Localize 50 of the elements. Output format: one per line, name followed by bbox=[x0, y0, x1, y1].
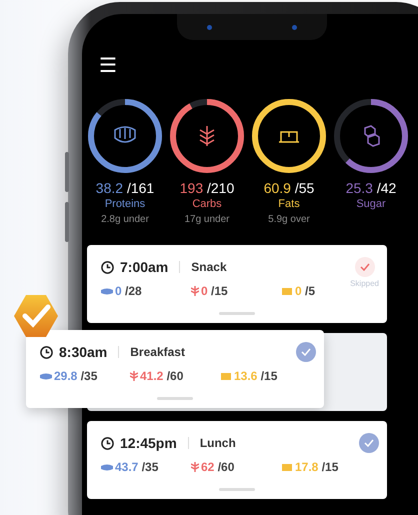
macro-name: Proteins bbox=[104, 198, 146, 210]
macro-value: 38.2 /161 bbox=[96, 180, 154, 196]
menu-button[interactable]: ☰ bbox=[99, 56, 117, 76]
meal-time: 8:30am bbox=[59, 344, 108, 360]
meat-icon bbox=[101, 462, 113, 472]
meat-icon bbox=[101, 286, 113, 296]
meal-time: 7:00am bbox=[120, 259, 168, 275]
macro-note: 2.8g under bbox=[101, 214, 149, 225]
wheat-icon bbox=[191, 286, 199, 296]
meal-card[interactable]: 7:00am Snack 0 /28 0 /15 0 /5 Skipped bbox=[87, 245, 387, 323]
check-button[interactable] bbox=[296, 342, 316, 362]
macro-amount: 0 /28 bbox=[115, 284, 142, 298]
check-button[interactable] bbox=[354, 257, 375, 277]
macro-name: Fats bbox=[278, 198, 300, 210]
meal-name: Lunch bbox=[200, 436, 236, 450]
check-icon bbox=[301, 348, 311, 356]
wheat-icon bbox=[130, 371, 138, 381]
macro-amount: 29.8 /35 bbox=[54, 369, 98, 383]
check-icon bbox=[360, 263, 370, 271]
clock-icon bbox=[101, 436, 114, 450]
clock-icon bbox=[101, 260, 114, 274]
macro-amount: 17.8 /15 bbox=[295, 460, 338, 474]
macro-name: Sugar bbox=[356, 198, 386, 210]
status-label: Skipped bbox=[350, 279, 379, 288]
macro-note: 5.9g over bbox=[268, 214, 310, 225]
macro-amount: 0 /5 bbox=[295, 284, 316, 298]
macro-amount: 0 /15 bbox=[201, 284, 228, 298]
macro-note: 17g under bbox=[184, 214, 230, 225]
wheat-icon bbox=[191, 462, 199, 472]
check-badge-icon bbox=[12, 292, 60, 340]
macro-amount: 13.6 /15 bbox=[234, 369, 278, 383]
cheese-icon bbox=[220, 372, 232, 380]
cheese-icon bbox=[281, 462, 293, 472]
meal-time: 12:45pm bbox=[120, 435, 177, 451]
macro-amount: 62 /60 bbox=[201, 460, 234, 474]
check-button[interactable] bbox=[359, 433, 379, 453]
clock-icon bbox=[40, 346, 53, 358]
macro-name: Carbs bbox=[192, 198, 222, 210]
macro-value: 193 /210 bbox=[180, 180, 234, 196]
macro-value: 25.3 /42 bbox=[346, 180, 396, 196]
meal-name: Breakfast bbox=[130, 345, 185, 359]
meal-card[interactable]: 12:45pm Lunch 43.7 /35 62 /60 17.8 /15 bbox=[87, 421, 387, 499]
macro-value: 60.9 /55 bbox=[264, 180, 314, 196]
meal-name: Snack bbox=[191, 260, 227, 274]
meal-card[interactable]: 8:30am Breakfast 29.8 /35 41.2 /60 13.6 /15 bbox=[26, 330, 324, 408]
meat-icon bbox=[40, 372, 52, 380]
macro-amount: 43.7 /35 bbox=[115, 460, 158, 474]
cheese-icon bbox=[281, 286, 293, 296]
check-icon bbox=[364, 439, 374, 447]
macro-amount: 41.2 /60 bbox=[140, 369, 184, 383]
